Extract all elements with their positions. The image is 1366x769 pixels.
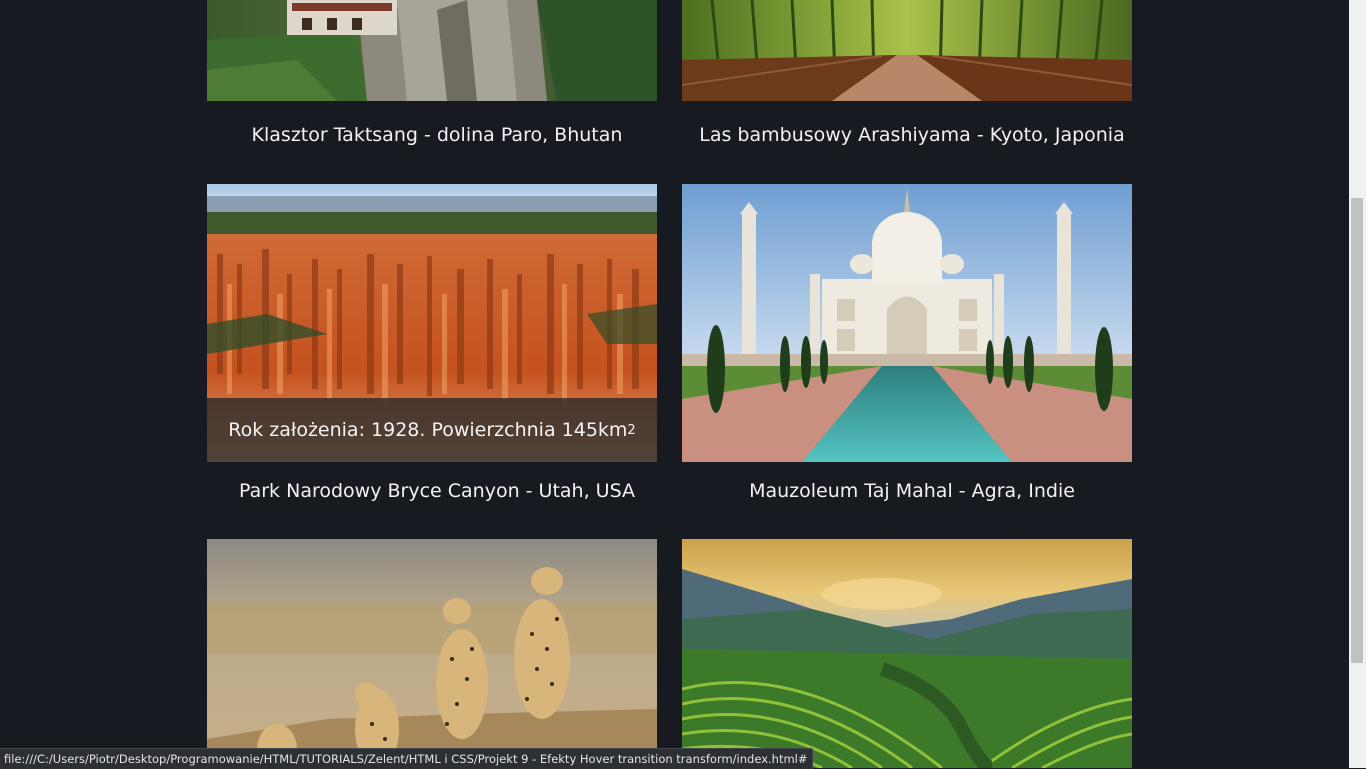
card-caption: Las bambusowy Arashiyama - Kyoto, Japoni… xyxy=(699,124,1125,146)
bryce-canyon-image[interactable]: Rok założenia: 1928. Powierzchnia 145km 2 xyxy=(207,184,657,462)
superscript: 2 xyxy=(627,422,636,438)
cheetahs-image[interactable] xyxy=(207,539,657,768)
card-caption: Mauzoleum Taj Mahal - Agra, Indie xyxy=(749,480,1075,502)
scrollbar-thumb[interactable] xyxy=(1351,198,1363,663)
vertical-scrollbar[interactable] xyxy=(1349,0,1366,768)
hover-info-overlay: Rok założenia: 1928. Powierzchnia 145km 2 xyxy=(207,398,657,462)
card-caption: Klasztor Taktsang - dolina Paro, Bhutan xyxy=(251,124,623,146)
link-status-bar: file:///C:/Users/Piotr/Desktop/Programow… xyxy=(0,748,813,769)
card-caption: Park Narodowy Bryce Canyon - Utah, USA xyxy=(239,480,635,502)
taktsang-monastery-image[interactable] xyxy=(207,0,657,101)
rice-terraces-image[interactable] xyxy=(682,539,1132,768)
hover-info-text: Rok założenia: 1928. Powierzchnia 145km xyxy=(228,419,628,441)
taj-mahal-image[interactable] xyxy=(682,184,1132,462)
arashiyama-bamboo-image[interactable] xyxy=(682,0,1132,101)
